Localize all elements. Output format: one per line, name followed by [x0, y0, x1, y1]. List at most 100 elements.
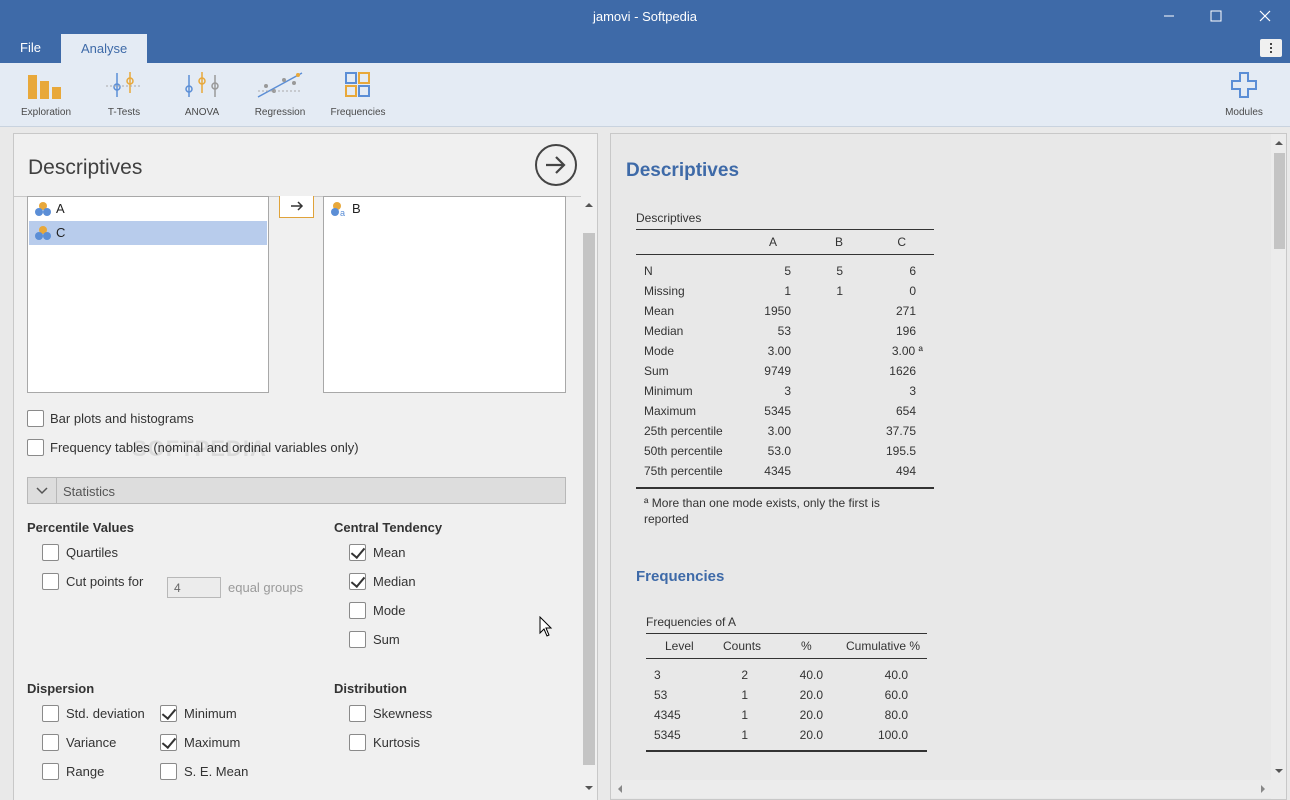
cell-a: 4345	[764, 464, 791, 478]
variable-item-a[interactable]: A	[29, 197, 267, 221]
cell-percent: 20.0	[799, 728, 823, 742]
cell-a: 3.00	[767, 344, 791, 358]
variable-name: C	[56, 225, 66, 240]
median-checkbox[interactable]	[349, 573, 366, 590]
cell-b: 1	[836, 284, 843, 298]
tab-analyse[interactable]: Analyse	[61, 34, 148, 64]
minimize-button[interactable]	[1145, 0, 1193, 33]
row-label: Mean	[644, 304, 675, 318]
options-panel: Descriptives A C a B Bar plots and histo…	[13, 133, 598, 800]
variance-checkbox[interactable]	[42, 734, 59, 751]
anova-icon	[185, 72, 219, 97]
row-label: Sum	[644, 364, 669, 378]
cell-percent: 20.0	[799, 688, 823, 702]
se-mean-checkbox[interactable]	[160, 763, 177, 780]
quartiles-checkbox[interactable]	[42, 544, 59, 561]
cell-counts: 2	[741, 668, 748, 682]
variable-name: B	[352, 201, 361, 216]
cell-a: 53.0	[767, 444, 791, 458]
options-scrollbar[interactable]	[581, 196, 597, 800]
t-tests-icon	[106, 72, 142, 97]
tab-file[interactable]: File	[0, 33, 61, 63]
frequencies-button[interactable]: Frequencies	[324, 69, 392, 118]
footnote: reported	[644, 512, 689, 526]
mean-checkbox[interactable]	[349, 544, 366, 561]
maximize-icon	[1210, 10, 1222, 22]
table-rule	[636, 487, 934, 489]
maximum-checkbox[interactable]	[160, 734, 177, 751]
frequencies-table-caption: Frequencies of A	[646, 615, 737, 629]
scroll-up-icon[interactable]	[1271, 136, 1287, 150]
column-header-level: Level	[665, 639, 694, 653]
nominal-variable-icon	[35, 226, 51, 240]
t-tests-button[interactable]: T-Tests	[90, 69, 158, 118]
maximize-button[interactable]	[1192, 0, 1240, 33]
scroll-down-icon[interactable]	[581, 781, 597, 795]
mean-label: Mean	[373, 545, 406, 560]
menu-bar: File Analyse	[0, 33, 1290, 64]
statistics-section-header[interactable]: Statistics	[27, 477, 566, 504]
scroll-down-icon[interactable]	[1271, 764, 1287, 778]
target-variables-list[interactable]: a B	[323, 196, 566, 393]
exploration-button[interactable]: Exploration	[12, 69, 80, 118]
options-scrollbar-thumb[interactable]	[583, 233, 595, 765]
close-button[interactable]	[1241, 0, 1289, 33]
t-tests-label: T-Tests	[107, 107, 141, 118]
frequencies-title: Frequencies	[636, 568, 725, 585]
cell-c: 654	[895, 404, 916, 418]
variable-item-c[interactable]: C	[29, 221, 267, 245]
scroll-up-icon[interactable]	[581, 198, 597, 212]
variable-name: A	[56, 201, 65, 216]
sum-checkbox[interactable]	[349, 631, 366, 648]
results-scrollbar-thumb[interactable]	[1274, 153, 1285, 249]
frequency-tables-label: Frequency tables (nominal and ordinal va…	[50, 440, 359, 455]
available-variables-list[interactable]: A C	[27, 196, 269, 393]
cut-points-input[interactable]: 4	[167, 577, 221, 598]
svg-text:a: a	[340, 208, 345, 218]
anova-button[interactable]: ANOVA	[168, 69, 236, 118]
mode-checkbox[interactable]	[349, 602, 366, 619]
cut-points-checkbox[interactable]	[42, 573, 59, 590]
kebab-menu-icon[interactable]	[1260, 39, 1282, 57]
cell-c: 271	[895, 304, 916, 318]
variable-item-b[interactable]: a B	[325, 197, 564, 221]
cell-cumulative: 40.0	[884, 668, 908, 682]
results-scrollbar[interactable]	[1271, 134, 1287, 799]
cell-c: 196	[895, 324, 916, 338]
dispersion-title: Dispersion	[27, 681, 95, 696]
sum-label: Sum	[373, 632, 400, 647]
cell-cumulative: 80.0	[884, 708, 908, 722]
regression-button[interactable]: Regression	[246, 69, 314, 118]
minimum-checkbox[interactable]	[160, 705, 177, 722]
scroll-right-icon[interactable]	[1256, 781, 1270, 797]
cell-a: 1950	[764, 304, 791, 318]
cell-a: 9749	[764, 364, 791, 378]
range-label: Range	[66, 764, 105, 779]
move-variable-button[interactable]	[279, 196, 314, 218]
range-checkbox[interactable]	[42, 763, 59, 780]
table-rule	[636, 229, 934, 230]
row-label: 75th percentile	[644, 464, 723, 478]
column-header-a: A	[768, 235, 777, 249]
scroll-left-icon[interactable]	[613, 781, 627, 797]
kurtosis-checkbox[interactable]	[349, 734, 366, 751]
minimize-icon	[1164, 15, 1174, 17]
cut-points-label: Cut points for	[66, 574, 144, 589]
skewness-checkbox[interactable]	[349, 705, 366, 722]
quartiles-label: Quartiles	[66, 545, 119, 560]
results-horizontal-scrollbar[interactable]	[611, 780, 1271, 798]
chevron-down-icon[interactable]	[28, 478, 57, 503]
frequency-tables-checkbox[interactable]	[27, 439, 44, 456]
row-label: 50th percentile	[644, 444, 723, 458]
cell-c: 1626	[889, 364, 916, 378]
modules-button[interactable]: Modules	[1210, 69, 1278, 118]
column-header-counts: Counts	[723, 639, 762, 653]
cell-b: 5	[836, 264, 843, 278]
bar-plots-checkbox[interactable]	[27, 410, 44, 427]
std-deviation-checkbox[interactable]	[42, 705, 59, 722]
cell-c: 0	[909, 284, 916, 298]
cell-level: 5345	[654, 728, 681, 742]
variance-label: Variance	[66, 735, 117, 750]
skewness-label: Skewness	[373, 706, 433, 721]
run-button[interactable]	[535, 144, 577, 186]
